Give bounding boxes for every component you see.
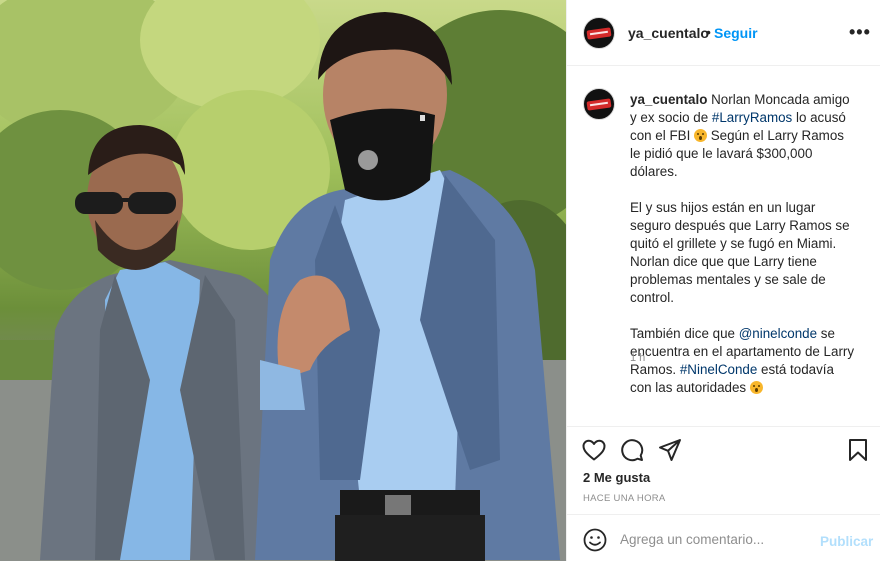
- caption-username[interactable]: ya_cuentalo: [630, 92, 707, 107]
- caption-avatar[interactable]: [583, 88, 615, 120]
- share-icon[interactable]: [658, 438, 682, 462]
- post-actions: 2 Me gusta HACE UNA HORA: [567, 426, 880, 514]
- more-options-icon[interactable]: •••: [849, 22, 871, 43]
- caption-block: ya_cuentalo Norlan Moncada amigo y ex so…: [567, 66, 880, 426]
- mention-ninelconde[interactable]: @ninelconde: [739, 326, 817, 341]
- post-header: ya_cuentalo • Seguir •••: [567, 0, 880, 66]
- caption-paragraph-2: El y sus hijos están en un lugar seguro …: [630, 200, 850, 305]
- caption-text: ya_cuentalo Norlan Moncada amigo y ex so…: [630, 91, 856, 415]
- hashtag-ninelconde[interactable]: #NinelConde: [680, 362, 757, 377]
- post-photo[interactable]: [0, 0, 566, 561]
- publish-button[interactable]: Publicar: [820, 534, 873, 549]
- post-sidebar: ya_cuentalo • Seguir ••• ya_cuentalo Nor…: [566, 0, 880, 561]
- caption-timestamp[interactable]: 1 h: [630, 352, 645, 364]
- heart-icon[interactable]: [582, 439, 606, 461]
- separator-dot: •: [706, 24, 711, 40]
- bookmark-icon[interactable]: [848, 438, 868, 462]
- comment-icon[interactable]: [620, 438, 644, 462]
- comment-composer: Publicar: [567, 514, 880, 561]
- post-timestamp[interactable]: HACE UNA HORA: [583, 493, 666, 504]
- author-avatar[interactable]: [583, 17, 615, 49]
- astonished-emoji-icon: [749, 381, 763, 394]
- emoji-icon[interactable]: [583, 528, 607, 552]
- likes-count[interactable]: 2 Me gusta: [583, 470, 650, 485]
- follow-button[interactable]: Seguir: [714, 25, 758, 41]
- astonished-emoji-icon: [694, 129, 708, 142]
- post-photo-illustration: [0, 0, 566, 561]
- hashtag-larryramos[interactable]: #LarryRamos: [712, 110, 792, 125]
- caption-text-3a: También dice que: [630, 326, 739, 341]
- comment-input[interactable]: [620, 529, 810, 549]
- author-username[interactable]: ya_cuentalo: [628, 25, 709, 41]
